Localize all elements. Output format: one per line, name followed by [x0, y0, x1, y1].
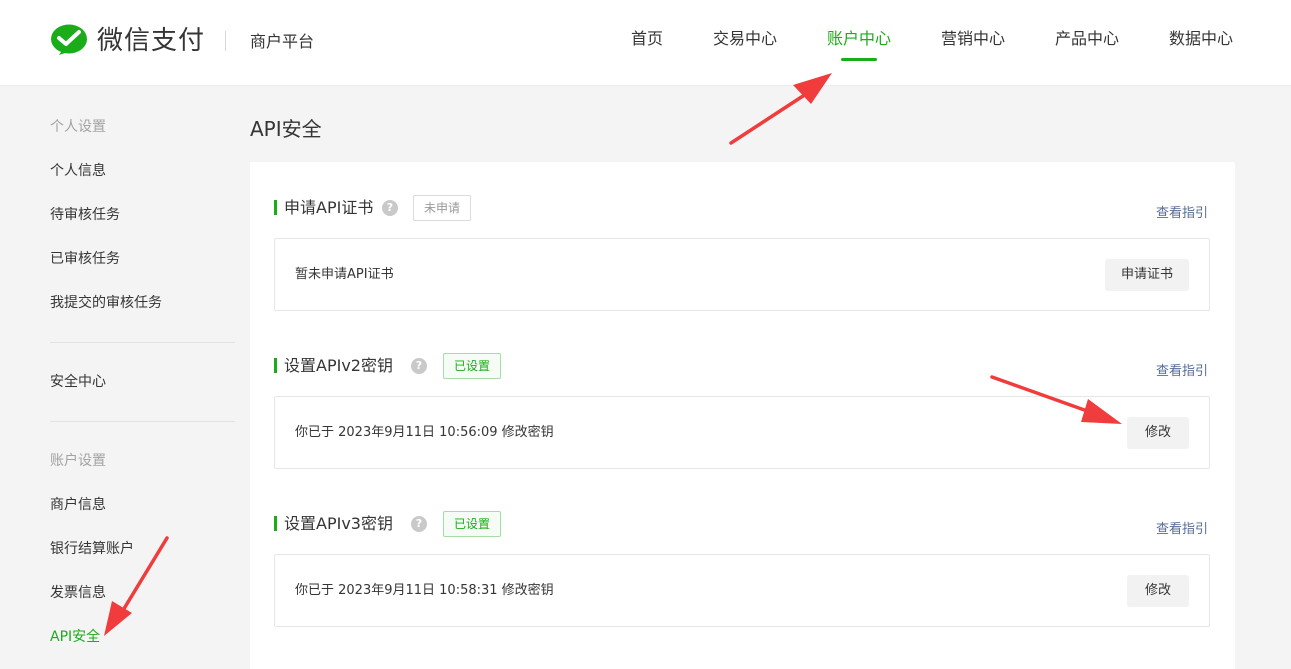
section-accent-bar [274, 358, 277, 373]
apply-certificate-button[interactable]: 申请证书 [1104, 259, 1189, 291]
page-title: API安全 [250, 117, 322, 141]
status-badge-not-applied: 未申请 [413, 195, 472, 221]
sidebar-item-reviewed-tasks[interactable]: 已审核任务 [50, 249, 120, 269]
sidebar-item-bank-account[interactable]: 银行结算账户 [50, 539, 134, 559]
nav-home[interactable]: 首页 [631, 27, 663, 61]
section-title-apiv3-key: 设置APIv3密钥 [284, 514, 393, 533]
status-badge-set: 已设置 [443, 353, 502, 379]
sidebar-item-personal-info[interactable]: 个人信息 [50, 161, 106, 181]
section-box-api-cert: 暂未申请API证书 申请证书 [274, 238, 1210, 311]
top-header: 微信支付 商户平台 首页 交易中心 账户中心 营销中心 产品中心 数据中心 [0, 0, 1291, 86]
section-title-api-cert: 申请API证书 [284, 198, 374, 217]
status-badge-set: 已设置 [443, 511, 502, 537]
sidebar-group-personal: 个人设置 [50, 119, 106, 135]
brand-divider [225, 31, 226, 51]
section-box-apiv3-key: 你已于 2023年9月11日 10:58:31 修改密钥 修改 [274, 554, 1210, 627]
apiv2-key-modified-text: 你已于 2023年9月11日 10:56:09 修改密钥 [295, 425, 554, 440]
platform-name: 商户平台 [250, 32, 315, 51]
sidebar-item-pending-tasks[interactable]: 待审核任务 [50, 205, 120, 225]
sidebar-group-account: 账户设置 [50, 453, 106, 469]
help-icon[interactable]: ? [411, 358, 427, 374]
guide-link-api-cert[interactable]: 查看指引 [1156, 205, 1208, 223]
nav-products[interactable]: 产品中心 [1055, 27, 1119, 61]
sidebar-item-merchant-info[interactable]: 商户信息 [50, 495, 106, 515]
sidebar-divider [50, 421, 235, 422]
sidebar-item-api-security[interactable]: API安全 [50, 627, 100, 647]
help-icon[interactable]: ? [411, 516, 427, 532]
sidebar-item-security-center[interactable]: 安全中心 [50, 372, 106, 392]
sidebar-divider [50, 342, 235, 343]
section-accent-bar [274, 200, 277, 215]
section-box-apiv2-key: 你已于 2023年9月11日 10:56:09 修改密钥 修改 [274, 396, 1210, 469]
nav-active-underline [841, 58, 877, 61]
section-accent-bar [274, 516, 277, 531]
section-title-apiv2-key: 设置APIv2密钥 [284, 356, 393, 375]
nav-account-center[interactable]: 账户中心 [827, 27, 891, 61]
nav-data[interactable]: 数据中心 [1169, 27, 1233, 61]
modify-apiv2-key-button[interactable]: 修改 [1127, 417, 1189, 449]
api-cert-status-text: 暂未申请API证书 [295, 267, 394, 282]
sidebar-item-my-submitted-tasks[interactable]: 我提交的审核任务 [50, 293, 162, 313]
nav-transactions[interactable]: 交易中心 [713, 27, 777, 61]
guide-link-apiv3-key[interactable]: 查看指引 [1156, 521, 1208, 539]
nav-marketing[interactable]: 营销中心 [941, 27, 1005, 61]
brand-name: 微信支付 [97, 26, 206, 56]
apiv3-key-modified-text: 你已于 2023年9月11日 10:58:31 修改密钥 [295, 583, 554, 598]
guide-link-apiv2-key[interactable]: 查看指引 [1156, 363, 1208, 381]
sidebar-item-invoice-info[interactable]: 发票信息 [50, 583, 106, 603]
modify-apiv3-key-button[interactable]: 修改 [1127, 575, 1189, 607]
help-icon[interactable]: ? [382, 200, 398, 216]
wechat-pay-logo-icon[interactable] [50, 24, 88, 58]
